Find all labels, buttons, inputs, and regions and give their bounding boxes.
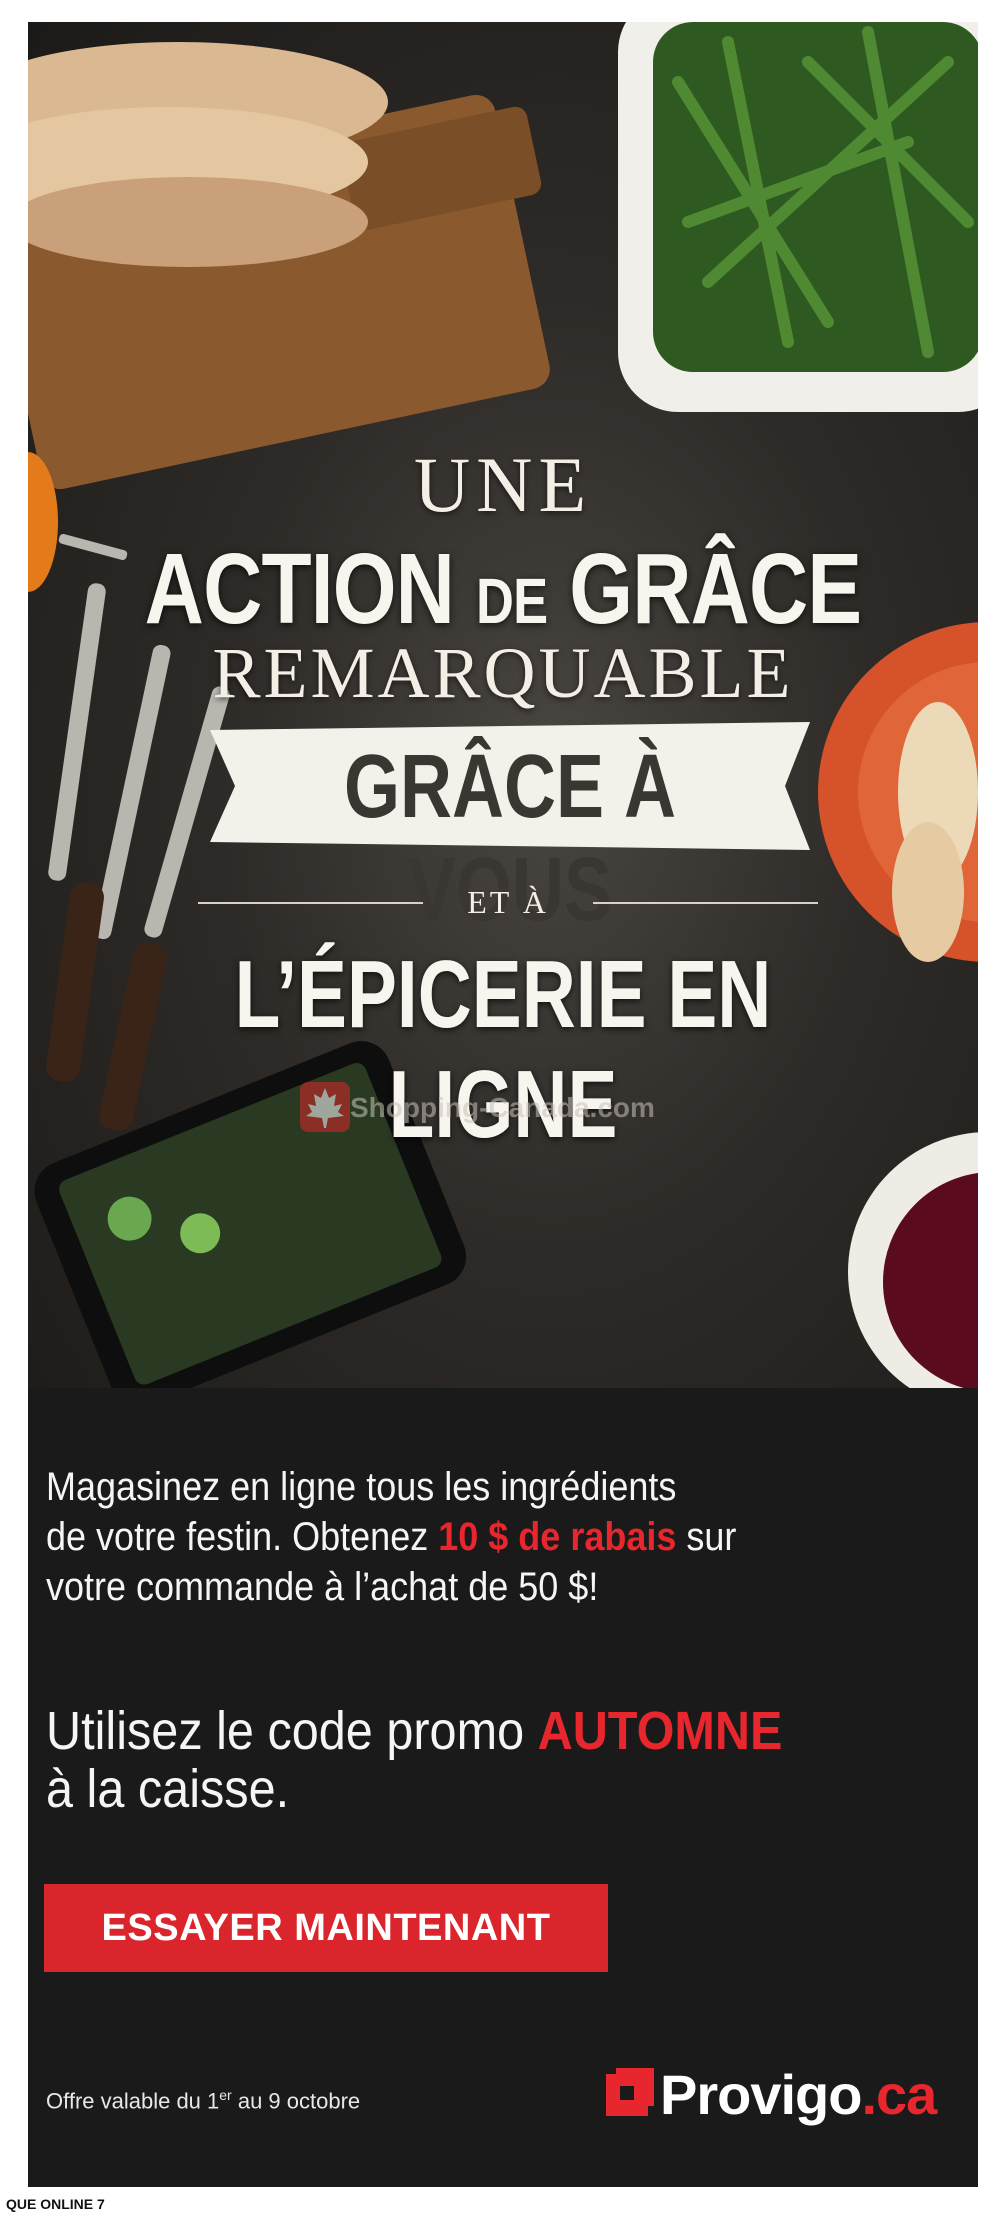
body-line-3: votre commande à l’achat de 50 $!: [46, 1565, 599, 1609]
offer-post: au 9 octobre: [231, 2088, 361, 2114]
headline-line-une: UNE: [413, 441, 593, 528]
provigo-logo[interactable]: Provigo.ca: [606, 2062, 946, 2132]
body-line-2-post: sur: [676, 1515, 737, 1559]
body-line-1: Magasinez en ligne tous les ingrédients: [46, 1465, 677, 1509]
offer-pre: Offre valable du 1: [46, 2088, 220, 2114]
headline: UNE ACTION DE GRÂCE REMARQUABLE GRÂCE À …: [28, 22, 978, 1388]
divider-right: [593, 902, 818, 904]
promo-code-text: Utilisez le code promo AUTOMNE à la cais…: [46, 1702, 874, 1818]
headline-grace-word: GRÂCE: [569, 533, 862, 645]
ribbon-banner: GRÂCE À VOUS: [210, 722, 810, 940]
headline-line-remarquable: REMARQUABLE: [212, 633, 794, 713]
body-line-2-pre: de votre festin. Obtenez: [46, 1515, 439, 1559]
brand-name: Provigo.ca: [660, 2062, 937, 2127]
provigo-mark-icon: [606, 2068, 654, 2116]
page-footer-code: QUE ONLINE 7: [6, 2196, 105, 2212]
promo-line-1: Utilisez le code promo AUTOMNE: [46, 1702, 874, 1760]
promo-line-2: à la caisse.: [46, 1759, 290, 1819]
body-copy: Magasinez en ligne tous les ingrédients …: [46, 1462, 856, 1612]
offer-validity: Offre valable du 1er au 9 octobre: [46, 2087, 360, 2114]
headline-action-word: ACTION: [144, 533, 455, 645]
body-line-2: de votre festin. Obtenez 10 $ de rabais …: [46, 1512, 856, 1562]
maple-leaf-icon: [300, 1082, 350, 1132]
promo-flyer: UNE ACTION DE GRÂCE REMARQUABLE GRÂCE À …: [28, 22, 978, 2187]
watermark: Shopping-Canada.com: [298, 1080, 758, 1140]
watermark-text: Shopping-Canada.com: [350, 1092, 655, 1123]
offer-sup: er: [219, 2087, 232, 2103]
hero-image: UNE ACTION DE GRÂCE REMARQUABLE GRÂCE À …: [28, 22, 978, 1388]
connector-row: ET À: [198, 884, 818, 924]
promo-pre: Utilisez le code promo: [46, 1701, 538, 1761]
promo-code: AUTOMNE: [537, 1701, 783, 1761]
headline-de-word: DE: [476, 565, 548, 637]
brand-word: Provigo: [660, 2063, 862, 2126]
try-now-button[interactable]: ESSAYER MAINTENANT: [44, 1884, 608, 1972]
discount-highlight: 10 $ de rabais: [438, 1515, 677, 1559]
brand-tld: .ca: [861, 2063, 937, 2126]
headline-line-action: ACTION DE GRÂCE: [114, 532, 893, 647]
